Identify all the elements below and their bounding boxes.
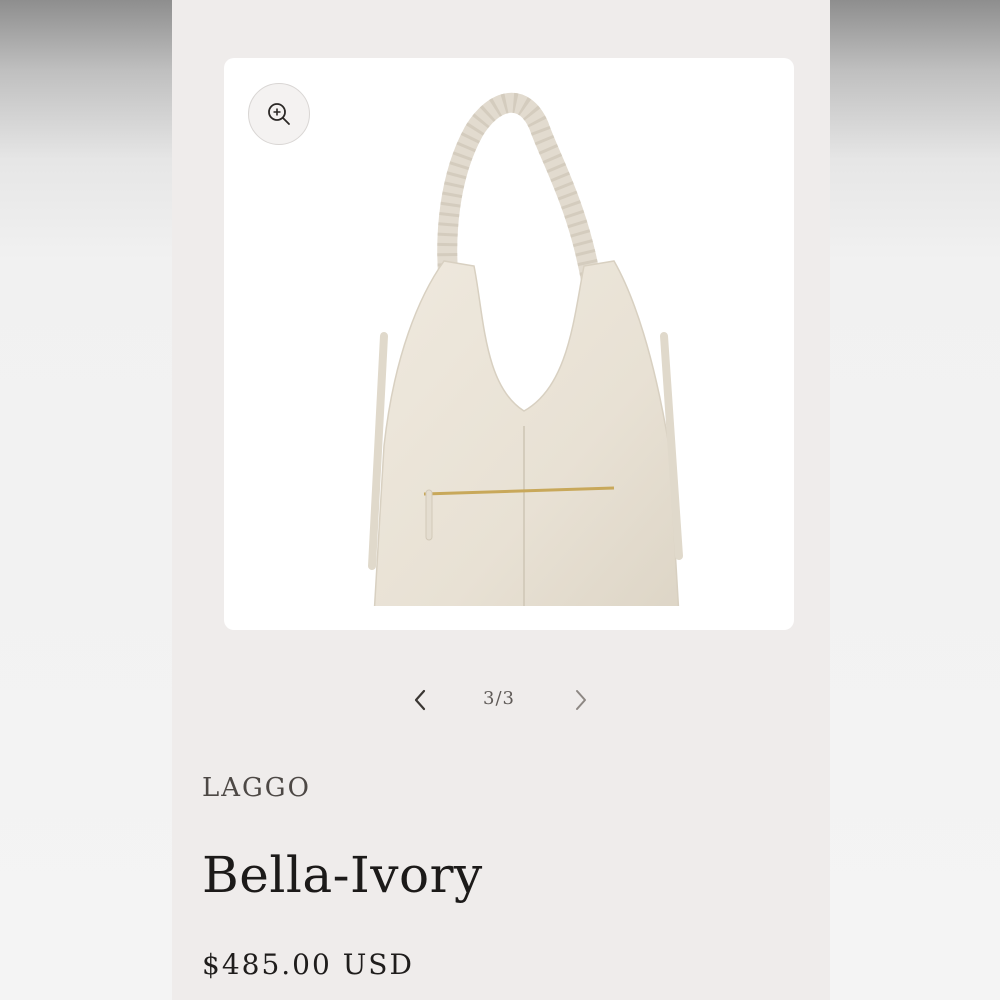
product-image-card[interactable]	[224, 58, 794, 630]
chevron-right-icon	[576, 690, 586, 710]
next-image-button[interactable]	[565, 684, 597, 716]
product-image	[368, 92, 683, 606]
product-price: $485.00 USD	[202, 948, 414, 981]
product-vendor: LAGGO	[202, 773, 311, 803]
product-title: Bella-Ivory	[202, 846, 483, 904]
screen-background: 3/3 LAGGO Bella-Ivory $485.00 USD	[0, 0, 1000, 1000]
zoom-button[interactable]	[248, 83, 310, 145]
zoom-in-icon	[268, 103, 290, 125]
gallery-pagination: 3/3	[172, 680, 830, 720]
image-counter: 3/3	[483, 688, 515, 709]
previous-image-button[interactable]	[404, 684, 436, 716]
product-page: 3/3 LAGGO Bella-Ivory $485.00 USD	[172, 0, 830, 1000]
chevron-left-icon	[414, 689, 426, 711]
